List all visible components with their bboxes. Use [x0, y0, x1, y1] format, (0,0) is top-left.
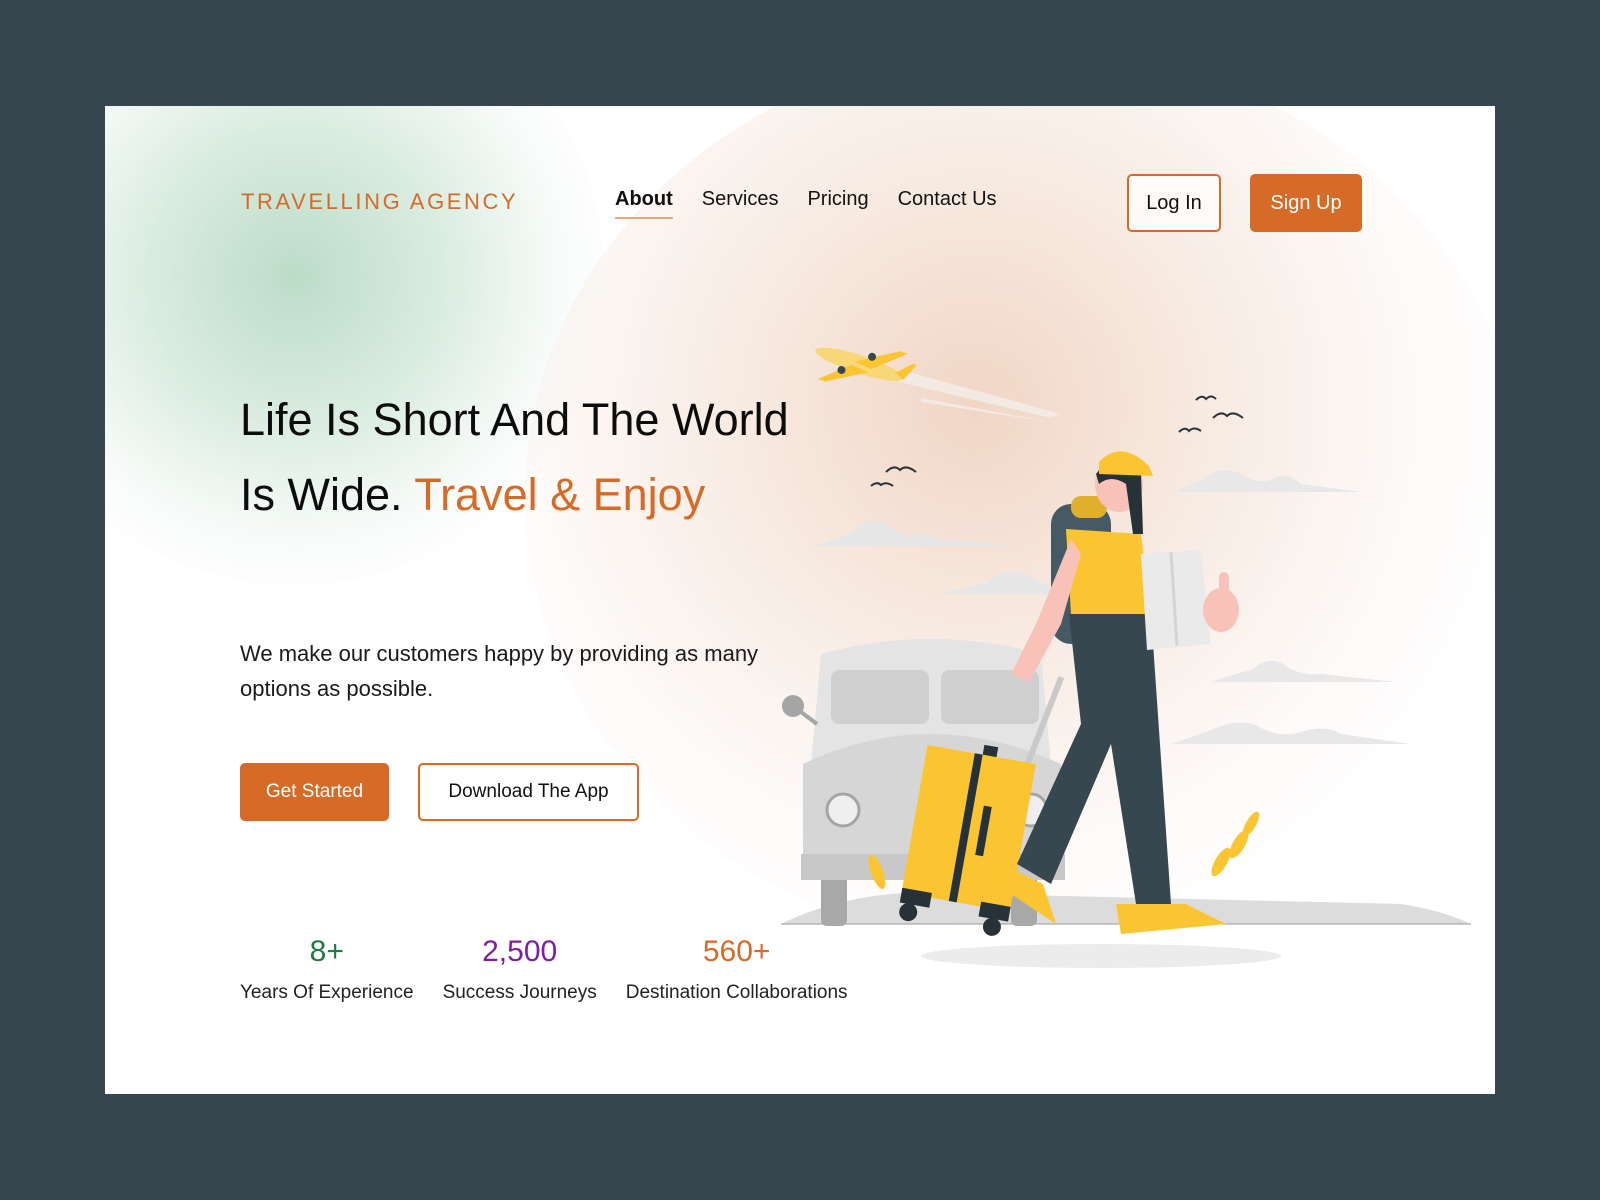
signup-button[interactable]: Sign Up — [1250, 174, 1362, 232]
nav-item-contact-us[interactable]: Contact Us — [898, 188, 997, 219]
download-app-button[interactable]: Download The App — [418, 763, 639, 821]
hero-subtitle: We make our customers happy by providing… — [240, 641, 759, 701]
headline-accent: Travel & Enjoy — [414, 469, 706, 520]
airplane-icon — [815, 347, 917, 382]
hero-illustration — [781, 347, 1471, 968]
cloud-icon — [1171, 722, 1411, 744]
nav-item-pricing[interactable]: Pricing — [807, 188, 868, 219]
plane-trail — [899, 370, 1061, 424]
stat-journeys: 2,500 Success Journeys — [443, 932, 597, 1004]
cloud-icon — [1176, 470, 1361, 492]
stat-value: 2,500 — [482, 935, 558, 968]
stat-value: 8+ — [309, 935, 344, 968]
login-button[interactable]: Log In — [1127, 174, 1221, 232]
nav-item-services[interactable]: Services — [702, 188, 779, 219]
nav-item-about[interactable]: About — [615, 188, 673, 219]
birds-icon — [870, 395, 1244, 487]
main-nav: About Services Pricing Contact Us — [615, 188, 997, 219]
landing-page: TRAVELLING AGENCY About Services Pricing… — [105, 106, 1495, 1094]
stat-label: Success Journeys — [442, 982, 597, 1003]
stat-experience: 8+ Years Of Experience — [240, 932, 414, 1004]
brand-logo[interactable]: TRAVELLING AGENCY — [241, 189, 518, 215]
ground-shadow — [921, 944, 1281, 968]
cloud-icon — [1211, 660, 1396, 682]
stat-value: 560+ — [702, 935, 771, 968]
get-started-button[interactable]: Get Started — [240, 763, 389, 821]
stats-row: 8+ Years Of Experience 2,500 Success Jou… — [240, 932, 848, 1004]
cloud-icon — [811, 520, 1016, 546]
hero-headline: Life Is Short And The World Is Wide. Tra… — [240, 382, 800, 532]
stat-label: Years Of Experience — [240, 982, 414, 1003]
